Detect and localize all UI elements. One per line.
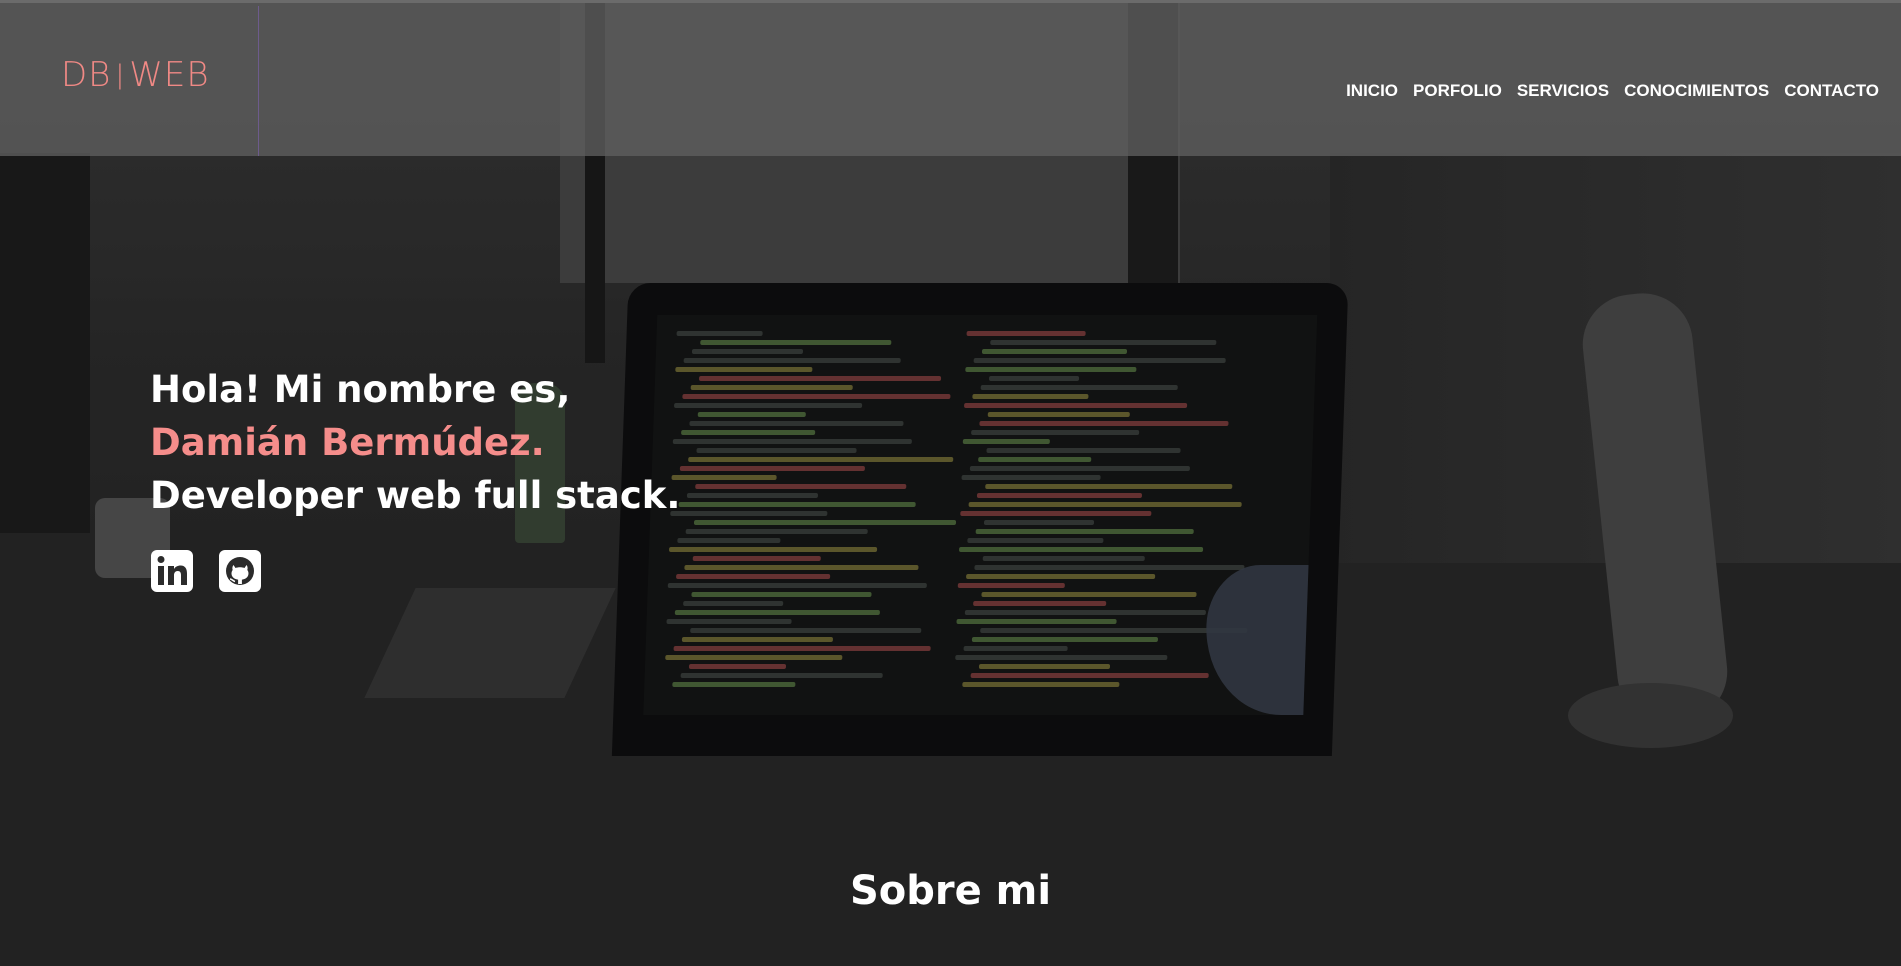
main-nav: INICIO PORFOLIO SERVICIOS CONOCIMIENTOS … [1346, 81, 1879, 101]
logo-separator: | [115, 60, 126, 90]
nav-contacto[interactable]: CONTACTO [1784, 81, 1879, 101]
header-divider [258, 6, 259, 156]
github-link[interactable] [218, 549, 262, 593]
nav-servicios[interactable]: SERVICIOS [1517, 81, 1609, 101]
linkedin-icon [151, 550, 193, 592]
hero-name: Damián Bermúdez. [150, 421, 545, 464]
nav-inicio[interactable]: INICIO [1346, 81, 1398, 101]
hero-greeting: Hola! Mi nombre es, [150, 368, 571, 411]
logo-link[interactable]: DB | WEB [61, 55, 210, 95]
github-icon [219, 550, 261, 592]
linkedin-link[interactable] [150, 549, 194, 593]
logo-web: WEB [129, 55, 210, 95]
social-links [150, 549, 262, 593]
nav-conocimientos[interactable]: CONOCIMIENTOS [1624, 81, 1769, 101]
hero-role: Developer web full stack. [150, 474, 681, 517]
about-section-title: Sobre mi [849, 868, 1052, 914]
hero-intro: Hola! Mi nombre es, Damián Bermúdez. Dev… [150, 363, 680, 522]
logo-initials: DB [61, 55, 112, 95]
site-header: DB | WEB INICIO PORFOLIO SERVICIOS CONOCIM… [0, 3, 1901, 156]
nav-porfolio[interactable]: PORFOLIO [1413, 81, 1502, 101]
